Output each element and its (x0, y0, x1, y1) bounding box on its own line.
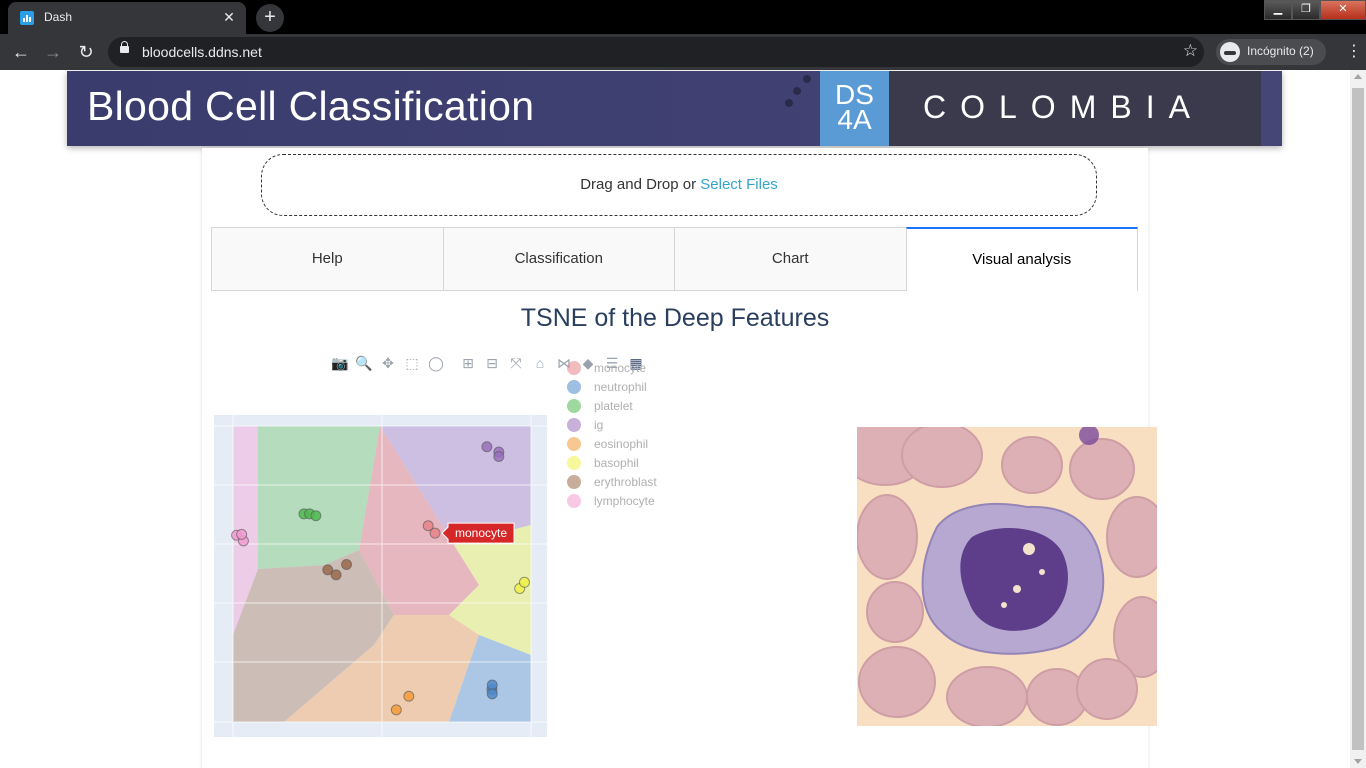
incognito-icon (1220, 42, 1240, 62)
tab-help[interactable]: Help (211, 227, 444, 291)
tab-classification[interactable]: Classification (442, 227, 675, 291)
close-tab-icon[interactable]: ✕ (220, 8, 238, 26)
legend-label: erythroblast (594, 475, 657, 489)
legend-marker (567, 494, 581, 508)
window-close-icon[interactable]: ✕ (1320, 0, 1366, 20)
ds4a-logo: DS 4A (820, 71, 889, 146)
new-tab-button[interactable]: + (256, 4, 284, 32)
legend-label: ig (594, 418, 604, 432)
plot-title: TSNE of the Deep Features (520, 304, 830, 332)
menu-icon[interactable]: ⋮ (1346, 42, 1362, 62)
address-bar[interactable]: bloodcells.ddns.net ☆ (108, 37, 1204, 67)
scatter-point-erythroblast[interactable] (341, 559, 353, 571)
scatter-point-erythroblast[interactable] (330, 569, 342, 581)
reset-axes-icon[interactable]: ⌂ (530, 353, 550, 373)
upload-text: Drag and Drop or (580, 176, 701, 193)
colombia-logo: COLOMBIA (889, 71, 1261, 146)
forward-icon[interactable]: → (42, 41, 64, 63)
incognito-profile-button[interactable]: Incógnito (2) (1216, 39, 1326, 65)
legend-marker (567, 456, 581, 470)
url-text[interactable]: bloodcells.ddns.net (142, 44, 262, 60)
scrollbar-thumb[interactable] (1352, 88, 1364, 750)
tab-bar: Help Classification Chart Visual analysi… (211, 227, 1138, 291)
minimize-icon[interactable]: ▁ (1264, 0, 1292, 20)
scatter-point-neutrophil[interactable] (486, 688, 498, 700)
scatter-point-platelet[interactable] (310, 510, 322, 522)
window-controls: ▁ ❐ ✕ (1264, 0, 1366, 20)
scatter-point-ig[interactable] (493, 450, 505, 462)
reload-icon[interactable]: ↻ (75, 41, 97, 63)
decorative-dots-icon (773, 73, 823, 113)
box-select-icon[interactable]: ⬚ (402, 353, 422, 373)
autoscale-icon[interactable]: ⤧ (506, 353, 526, 373)
main-card: Drag and Drop or Select Files Help Class… (202, 148, 1157, 768)
legend-marker (567, 380, 581, 394)
tab-title: Dash (44, 10, 73, 24)
legend-label: basophil (594, 456, 639, 470)
dash-favicon-icon (20, 11, 34, 25)
browser-tab[interactable]: Dash ✕ (8, 2, 246, 34)
legend-label: eosinophil (594, 437, 649, 451)
tab-chart[interactable]: Chart (674, 227, 907, 291)
scatter-point-ig[interactable] (481, 441, 493, 453)
scatter-point-eosinophil[interactable] (390, 704, 402, 716)
legend-marker (567, 475, 581, 489)
legend-marker (567, 399, 581, 413)
scatter-point-basophil[interactable] (518, 576, 530, 588)
logo-line-2: 4A (837, 104, 872, 135)
page-title: Blood Cell Classification (87, 83, 535, 129)
hover-tooltip-label: monocyte (455, 526, 507, 540)
legend-label: lymphocyte (594, 494, 655, 508)
lasso-icon[interactable]: ◯ (426, 353, 446, 373)
pan-icon[interactable]: ✥ (378, 353, 398, 373)
select-files-link[interactable]: Select Files (700, 176, 778, 193)
legend-marker (567, 361, 581, 375)
file-upload-dropzone[interactable]: Drag and Drop or Select Files (261, 154, 1097, 216)
page-content: Blood Cell Classification DS 4A COLOMBIA… (0, 70, 1350, 768)
scroll-down-icon[interactable] (1354, 759, 1362, 764)
lock-icon (120, 41, 129, 53)
legend-label: platelet (594, 399, 633, 413)
scroll-up-icon[interactable] (1354, 74, 1362, 79)
browser-toolbar: ← → ↻ bloodcells.ddns.net ☆ Incógnito (2… (0, 34, 1366, 70)
page-scrollbar[interactable] (1350, 70, 1366, 768)
zoom-in-icon[interactable]: ⊞ (458, 353, 478, 373)
legend-label: monocyte (594, 361, 647, 375)
colombia-text: COLOMBIA (923, 89, 1204, 125)
scatter-point-lymphocyte[interactable] (236, 528, 248, 540)
bookmark-star-icon[interactable]: ☆ (1183, 41, 1198, 61)
legend-marker (567, 437, 581, 451)
camera-icon[interactable]: 📷 (330, 353, 350, 373)
incognito-label: Incógnito (2) (1247, 44, 1314, 58)
restore-icon[interactable]: ❐ (1292, 0, 1320, 20)
header-banner: Blood Cell Classification DS 4A COLOMBIA (67, 71, 1282, 146)
tab-visual-analysis[interactable]: Visual analysis (905, 227, 1138, 291)
tsne-scatter-plot[interactable]: monocyte (214, 415, 547, 737)
back-icon[interactable]: ← (10, 41, 32, 63)
blood-cell-image (857, 427, 1157, 726)
browser-titlebar: Dash ✕ + ▁ ❐ ✕ (0, 0, 1366, 34)
zoom-out-icon[interactable]: ⊟ (482, 353, 502, 373)
legend-marker (567, 418, 581, 432)
scatter-point-monocyte[interactable] (429, 527, 441, 539)
scatter-point-eosinophil[interactable] (403, 690, 415, 702)
zoom-icon[interactable]: 🔍 (354, 353, 374, 373)
tsne-plot-svg[interactable]: monocyte (214, 415, 547, 737)
legend-label: neutrophil (594, 380, 647, 394)
